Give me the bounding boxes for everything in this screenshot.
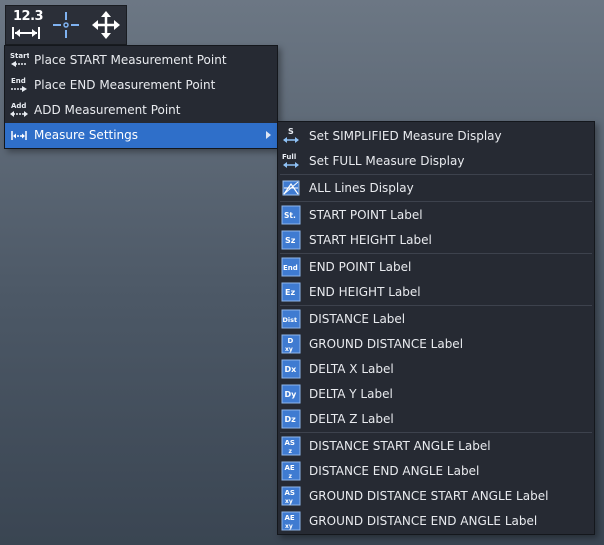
- submenu-item-label: DELTA Y Label: [309, 387, 393, 401]
- svg-text:Dist: Dist: [283, 316, 298, 324]
- ground-distance-end-angle-label-icon: AE xy: [281, 511, 301, 531]
- start-icon: Start: [10, 52, 29, 67]
- crosshair-button[interactable]: [46, 6, 86, 44]
- submenu-item-label: Set FULL Measure Display: [309, 154, 465, 168]
- menu-item-place-start[interactable]: Start Place START Measurement Point: [5, 48, 277, 73]
- submenu-item-simplified[interactable]: S Set SIMPLIFIED Measure Display: [278, 124, 594, 149]
- submenu-separator: [280, 174, 592, 175]
- ground-distance-label-icon: D xy: [281, 334, 301, 354]
- submenu-item-label: END POINT Label: [309, 260, 412, 274]
- measure-menu: Start Place START Measurement Point End …: [4, 45, 278, 149]
- menu-item-label: Place END Measurement Point: [34, 78, 216, 92]
- submenu-item-distance-label[interactable]: Dist DISTANCE Label: [278, 307, 594, 332]
- move-button[interactable]: [86, 6, 126, 44]
- measure-settings-submenu: S Set SIMPLIFIED Measure Display Full Se…: [277, 121, 595, 535]
- all-lines-icon: [282, 180, 300, 196]
- submenu-separator: [280, 432, 592, 433]
- menu-item-measure-settings[interactable]: Measure Settings: [5, 123, 277, 148]
- measure-value-button[interactable]: 12.3: [6, 6, 46, 44]
- submenu-item-ground-distance-start-angle-label[interactable]: AS xy GROUND DISTANCE START ANGLE Label: [278, 484, 594, 509]
- submenu-item-label: START HEIGHT Label: [309, 233, 432, 247]
- menu-item-place-end[interactable]: End Place END Measurement Point: [5, 73, 277, 98]
- simplified-icon: S: [283, 127, 299, 143]
- svg-text:St.: St.: [284, 211, 296, 220]
- svg-text:AE: AE: [285, 514, 295, 522]
- submenu-item-delta-z-label[interactable]: Dz DELTA Z Label: [278, 407, 594, 432]
- end-point-label-icon: End: [281, 257, 301, 277]
- svg-text:xy: xy: [285, 498, 293, 505]
- svg-text:Start: Start: [10, 52, 29, 60]
- submenu-item-label: DISTANCE START ANGLE Label: [309, 439, 491, 453]
- submenu-item-full[interactable]: Full Set FULL Measure Display: [278, 149, 594, 174]
- measure-value-text: 12.3: [13, 9, 44, 24]
- end-height-label-icon: Ez: [281, 282, 301, 302]
- menu-item-label: Place START Measurement Point: [34, 53, 227, 67]
- submenu-separator: [280, 305, 592, 306]
- svg-text:End: End: [11, 77, 26, 85]
- end-icon: End: [11, 77, 27, 92]
- measure-arrow-icon: [12, 27, 40, 39]
- distance-label-icon: Dist: [281, 309, 301, 329]
- submenu-item-label: GROUND DISTANCE START ANGLE Label: [309, 489, 549, 503]
- submenu-item-distance-start-angle-label[interactable]: AS z DISTANCE START ANGLE Label: [278, 434, 594, 459]
- menu-item-label: Measure Settings: [34, 128, 139, 142]
- svg-text:Add: Add: [11, 102, 26, 110]
- svg-text:xy: xy: [285, 523, 293, 530]
- svg-text:Dx: Dx: [285, 365, 298, 374]
- svg-text:S: S: [288, 127, 294, 136]
- submenu-item-end-height-label[interactable]: Ez END HEIGHT Label: [278, 280, 594, 305]
- measure-settings-icon: [11, 131, 27, 140]
- svg-text:Ez: Ez: [285, 288, 295, 297]
- submenu-item-label: DISTANCE END ANGLE Label: [309, 464, 480, 478]
- add-icon: Add: [10, 102, 28, 117]
- start-point-label-icon: St.: [281, 205, 301, 225]
- full-icon: Full: [282, 153, 299, 168]
- svg-text:z: z: [289, 448, 293, 455]
- submenu-item-delta-x-label[interactable]: Dx DELTA X Label: [278, 357, 594, 382]
- submenu-separator: [280, 253, 592, 254]
- submenu-arrow-icon: [266, 131, 271, 139]
- ground-distance-start-angle-label-icon: AS xy: [281, 486, 301, 506]
- submenu-item-start-point-label[interactable]: St. START POINT Label: [278, 203, 594, 228]
- move-icon: [92, 11, 120, 39]
- menu-item-label: ADD Measurement Point: [34, 103, 181, 117]
- submenu-item-distance-end-angle-label[interactable]: AE z DISTANCE END ANGLE Label: [278, 459, 594, 484]
- submenu-item-label: DISTANCE Label: [309, 312, 406, 326]
- distance-end-angle-label-icon: AE z: [281, 461, 301, 481]
- submenu-item-label: END HEIGHT Label: [309, 285, 421, 299]
- svg-text:xy: xy: [285, 346, 293, 353]
- submenu-item-label: DELTA Z Label: [309, 412, 394, 426]
- submenu-item-all-lines[interactable]: ALL Lines Display: [278, 176, 594, 201]
- submenu-item-label: DELTA X Label: [309, 362, 394, 376]
- delta-x-label-icon: Dx: [281, 359, 301, 379]
- svg-text:End: End: [283, 264, 298, 272]
- submenu-item-label: GROUND DISTANCE Label: [309, 337, 464, 351]
- submenu-item-label: GROUND DISTANCE END ANGLE Label: [309, 514, 538, 528]
- submenu-item-label: ALL Lines Display: [309, 181, 414, 195]
- menu-item-add-point[interactable]: Add ADD Measurement Point: [5, 98, 277, 123]
- start-height-label-icon: Sz: [281, 230, 301, 250]
- submenu-separator: [280, 201, 592, 202]
- submenu-item-label: START POINT Label: [309, 208, 423, 222]
- submenu-item-ground-distance-end-angle-label[interactable]: AE xy GROUND DISTANCE END ANGLE Label: [278, 509, 594, 534]
- submenu-item-delta-y-label[interactable]: Dy DELTA Y Label: [278, 382, 594, 407]
- submenu-item-ground-distance-label[interactable]: D xy GROUND DISTANCE Label: [278, 332, 594, 357]
- svg-text:AS: AS: [285, 439, 295, 447]
- svg-text:Full: Full: [282, 153, 296, 161]
- delta-z-label-icon: Dz: [281, 409, 301, 429]
- svg-text:Sz: Sz: [285, 236, 296, 245]
- submenu-item-start-height-label[interactable]: Sz START HEIGHT Label: [278, 228, 594, 253]
- submenu-item-end-point-label[interactable]: End END POINT Label: [278, 255, 594, 280]
- svg-text:Dy: Dy: [285, 390, 298, 399]
- svg-text:Dz: Dz: [285, 415, 297, 424]
- svg-text:AE: AE: [285, 464, 295, 472]
- svg-text:z: z: [289, 473, 293, 480]
- distance-start-angle-label-icon: AS z: [281, 436, 301, 456]
- svg-text:AS: AS: [285, 489, 295, 497]
- delta-y-label-icon: Dy: [281, 384, 301, 404]
- crosshair-icon: [53, 12, 79, 38]
- svg-text:D: D: [288, 337, 294, 345]
- measure-toolbar: 12.3: [5, 5, 127, 45]
- submenu-item-label: Set SIMPLIFIED Measure Display: [309, 129, 502, 143]
